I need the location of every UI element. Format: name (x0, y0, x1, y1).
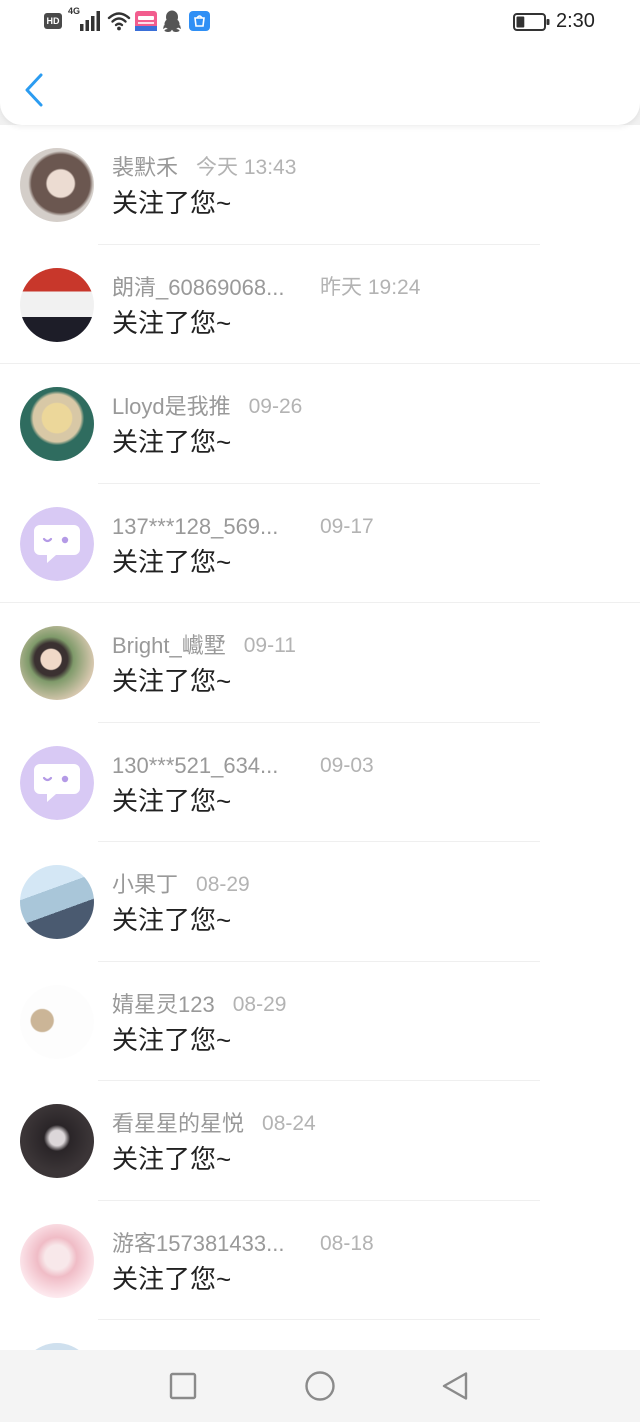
list-item[interactable]: 137***128_569... 09-17 关注了您~ (0, 484, 640, 603)
timestamp: 09-17 (320, 514, 374, 538)
user-name[interactable]: Bright_巇墅 (112, 633, 226, 659)
list-item[interactable]: 裴默禾 今天 13:43 关注了您~ (0, 125, 640, 245)
notification-message: 关注了您~ (112, 1024, 232, 1055)
user-name[interactable]: 137***128_569... (112, 514, 302, 540)
battery-icon (513, 12, 551, 37)
timestamp: 今天 13:43 (196, 156, 297, 179)
avatar[interactable] (20, 148, 94, 222)
avatar[interactable] (20, 745, 94, 820)
list-item[interactable]: 130***521_634... 09-03 关注了您~ (0, 723, 640, 842)
notification-message: 关注了您~ (112, 1263, 232, 1294)
timestamp: 09-03 (320, 753, 374, 777)
avatar[interactable] (20, 1223, 94, 1298)
timestamp: 08-24 (262, 1112, 316, 1135)
status-time: 2:30 (556, 10, 595, 32)
avatar[interactable] (20, 865, 94, 939)
top-header: HD 4G 2:30 (0, 0, 640, 125)
list-item[interactable]: Lloyd是我推 09-26 关注了您~ (0, 364, 640, 484)
avatar[interactable] (20, 984, 94, 1059)
avatar[interactable] (20, 1343, 94, 1350)
timestamp: 08-29 (232, 992, 287, 1016)
recent-apps-square-icon (169, 1372, 197, 1400)
list-item[interactable]: 小果丁 08-29 关注了您~ (0, 842, 640, 962)
user-name[interactable]: 朗清_60869068... (112, 275, 302, 301)
avatar[interactable] (20, 1104, 94, 1178)
user-name[interactable]: 裴默禾 (112, 155, 178, 181)
network-type-label: 4G (68, 6, 81, 16)
back-triangle-icon (442, 1372, 468, 1400)
chevron-left-icon (25, 73, 43, 107)
app-store-icon (189, 11, 210, 36)
avatar[interactable] (20, 626, 94, 700)
user-name[interactable]: 看星星的星悦 (112, 1111, 244, 1137)
list-item-partial[interactable] (0, 1320, 640, 1350)
list-item[interactable]: 婧星灵123 08-29 关注了您~ (0, 962, 640, 1081)
timestamp: 08-18 (320, 1231, 374, 1255)
notification-message: 关注了您~ (112, 307, 232, 338)
back-button[interactable] (16, 66, 54, 114)
list-item[interactable]: 游客157381433... 08-18 关注了您~ (0, 1201, 640, 1320)
recent-apps-button[interactable] (157, 1360, 209, 1412)
notification-message: 关注了您~ (112, 188, 232, 218)
user-name[interactable]: Lloyd是我推 (112, 394, 231, 420)
wifi-icon (107, 11, 131, 36)
list-item[interactable]: 朗清_60869068... 昨天 19:24 关注了您~ (0, 245, 640, 364)
chat-bubble-avatar-icon (20, 506, 94, 581)
notification-message: 关注了您~ (112, 1144, 232, 1174)
follower-notification-list[interactable]: 裴默禾 今天 13:43 关注了您~ 朗清_60869068... 昨天 19:… (0, 125, 640, 1350)
qq-app-icon (163, 10, 181, 37)
signal-icon (80, 11, 102, 36)
notification-message: 关注了您~ (112, 785, 232, 816)
system-back-button[interactable] (429, 1360, 481, 1412)
notification-message: 关注了您~ (112, 905, 232, 935)
timestamp: 08-29 (196, 873, 250, 896)
notification-message: 关注了您~ (112, 427, 232, 457)
user-name[interactable]: 小果丁 (112, 872, 178, 898)
user-name[interactable]: 婧星灵123 (112, 992, 215, 1018)
hd-badge-icon: HD (44, 13, 62, 29)
list-item[interactable]: 看星星的星悦 08-24 关注了您~ (0, 1081, 640, 1201)
avatar[interactable] (20, 387, 94, 461)
notification-message: 关注了您~ (112, 546, 232, 577)
home-circle-icon (305, 1371, 335, 1401)
system-navigation-bar (0, 1350, 640, 1422)
timestamp: 09-26 (248, 395, 303, 418)
timestamp: 昨天 19:24 (320, 275, 421, 299)
chat-bubble-avatar-icon (20, 745, 94, 820)
avatar[interactable] (20, 506, 94, 581)
user-name[interactable]: 130***521_634... (112, 753, 302, 779)
user-name[interactable]: 游客157381433... (112, 1231, 302, 1257)
timestamp: 09-11 (243, 634, 296, 657)
notification-message: 关注了您~ (112, 666, 232, 696)
home-button[interactable] (294, 1360, 346, 1412)
battery-fill (516, 16, 525, 28)
avatar[interactable] (20, 267, 94, 342)
bilibili-app-icon (135, 11, 157, 36)
list-item[interactable]: Bright_巇墅 09-11 关注了您~ (0, 603, 640, 723)
